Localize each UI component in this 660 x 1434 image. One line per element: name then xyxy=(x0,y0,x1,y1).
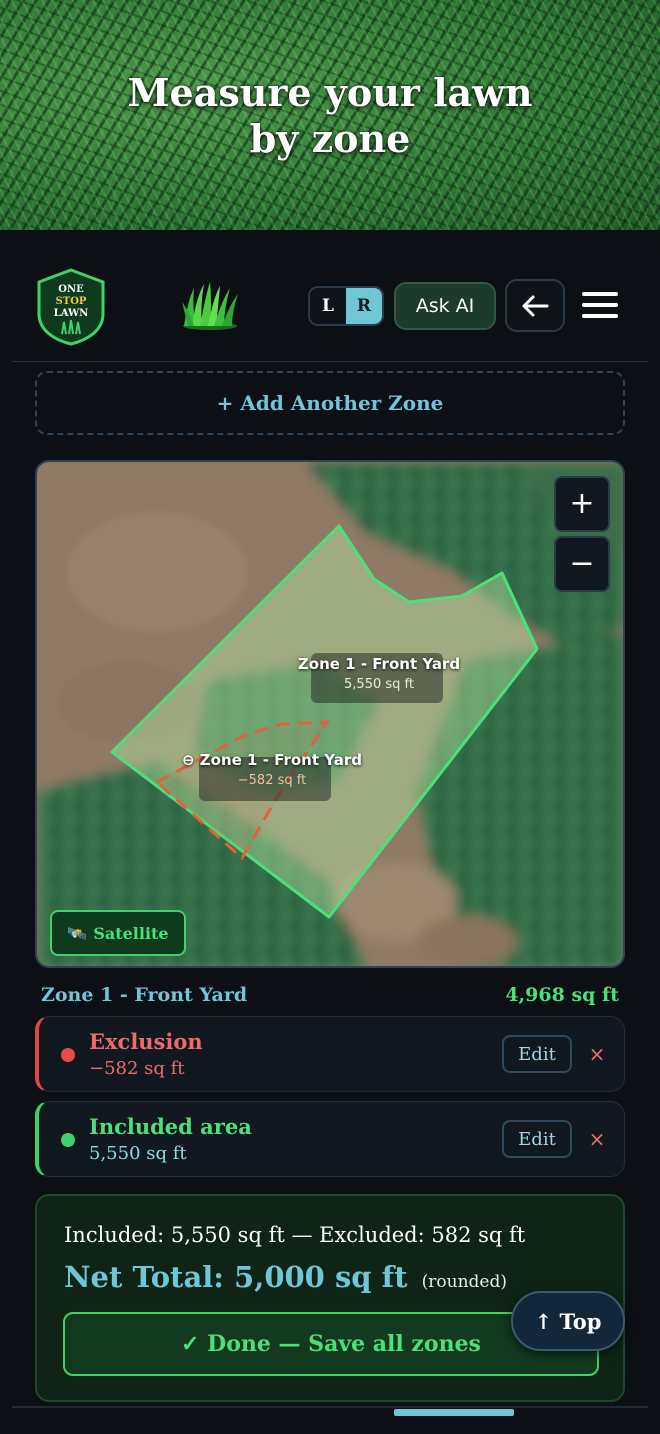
exclusion-title: Exclusion xyxy=(89,1029,203,1054)
arrow-left-icon xyxy=(522,295,549,316)
zoom-in-button[interactable]: + xyxy=(554,476,610,532)
one-stop-lawn-logo[interactable]: ONE STOP LAWN xyxy=(36,268,106,346)
map-zone-label: Zone 1 - Front Yard 5,550 sq ft xyxy=(297,653,461,703)
remove-included-icon[interactable]: × xyxy=(586,1126,608,1152)
bottom-divider xyxy=(12,1406,648,1408)
hero-banner: Measure your lawn by zone xyxy=(0,0,660,230)
satellite-toggle-button[interactable]: 🛰️ Satellite xyxy=(50,910,186,956)
map-exclusion-label: ⊖ Zone 1 - Front Yard −582 sq ft xyxy=(177,751,367,801)
map-zone-label-name: Zone 1 - Front Yard xyxy=(297,655,461,673)
logo-line-3: LAWN xyxy=(54,308,89,319)
logo-line-1: ONE xyxy=(58,284,84,295)
satellite-button-label: Satellite xyxy=(93,923,169,943)
edit-included-button[interactable]: Edit xyxy=(502,1120,572,1158)
edit-exclusion-button[interactable]: Edit xyxy=(502,1035,572,1073)
zone-name: Zone 1 - Front Yard xyxy=(41,984,248,1006)
zoom-out-button[interactable]: − xyxy=(554,536,610,592)
back-button[interactable] xyxy=(505,279,565,332)
exclusion-area-card[interactable]: Exclusion −582 sq ft Edit × xyxy=(35,1016,625,1092)
included-area-card[interactable]: Included area 5,550 sq ft Edit × xyxy=(35,1101,625,1177)
ask-ai-button[interactable]: Ask AI xyxy=(394,282,496,330)
hamburger-menu-icon xyxy=(582,292,618,296)
map-exclusion-label-area: −582 sq ft xyxy=(237,773,307,788)
logo-line-2: STOP xyxy=(56,296,87,307)
satellite-imagery xyxy=(37,462,623,966)
zone-summary-header: Zone 1 - Front Yard 4,968 sq ft xyxy=(41,984,619,1010)
satellite-map[interactable]: Zone 1 - Front Yard 5,550 sq ft ⊖ Zone 1… xyxy=(35,460,625,968)
included-dot-icon xyxy=(61,1133,75,1147)
totals-summary: Included: 5,550 sq ft — Excluded: 582 sq… xyxy=(64,1223,526,1247)
map-zone-label-area: 5,550 sq ft xyxy=(344,677,414,692)
grass-icon xyxy=(180,280,240,330)
rounded-note: (rounded) xyxy=(421,1272,507,1292)
included-value: 5,550 sq ft xyxy=(89,1143,187,1164)
scroll-to-top-button[interactable]: ↑ Top xyxy=(511,1291,625,1351)
toggle-left-option[interactable]: L xyxy=(310,288,346,324)
included-title: Included area xyxy=(89,1114,252,1139)
exclusion-dot-icon xyxy=(61,1048,75,1062)
app-header: ONE STOP LAWN L R Ask AI xyxy=(12,250,648,362)
add-another-zone-button[interactable]: + Add Another Zone xyxy=(35,371,625,435)
hero-title: Measure your lawn by zone xyxy=(127,70,533,161)
map-exclusion-label-name: ⊖ Zone 1 - Front Yard xyxy=(182,751,362,769)
net-total-value: Net Total: 5,000 sq ft xyxy=(64,1260,408,1294)
hamburger-menu-button[interactable] xyxy=(580,286,620,324)
remove-exclusion-icon[interactable]: × xyxy=(586,1041,608,1067)
satellite-icon: 🛰️ xyxy=(67,923,88,943)
scroll-indicator xyxy=(394,1409,514,1416)
exclusion-value: −582 sq ft xyxy=(89,1058,185,1079)
net-total: Net Total: 5,000 sq ft (rounded) xyxy=(64,1260,507,1294)
left-right-toggle[interactable]: L R xyxy=(308,286,384,326)
toggle-right-option[interactable]: R xyxy=(346,288,382,324)
zone-total: 4,968 sq ft xyxy=(505,984,619,1006)
